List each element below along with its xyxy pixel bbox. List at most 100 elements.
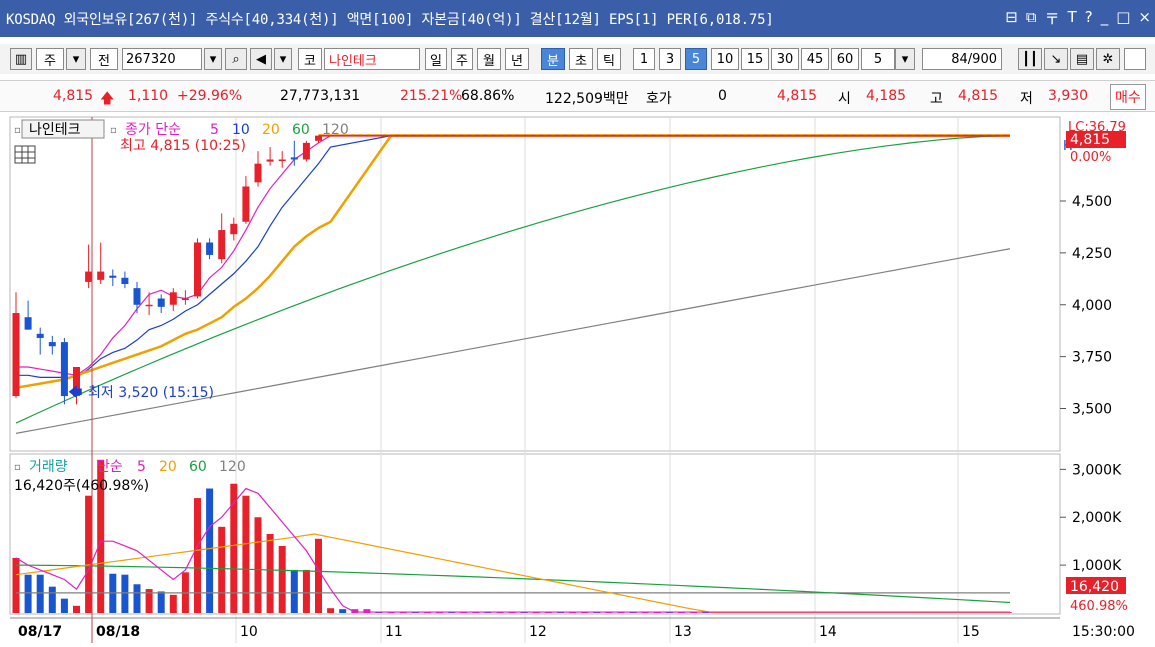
interval-1[interactable]: 1 [633, 48, 655, 70]
price-y-axis: 4,500 4,250 4,000 3,750 3,500 [1060, 194, 1112, 418]
prefix-select[interactable]: 전 [90, 48, 118, 70]
chevron-down-icon[interactable]: ▾ [274, 48, 292, 70]
high-label: 고 [930, 91, 943, 107]
text-size-icon[interactable]: T [1068, 8, 1077, 29]
interval-3[interactable]: 3 [659, 48, 681, 70]
open-price: 4,185 [866, 88, 907, 104]
volume-pct-tag: 460.98% [1070, 599, 1128, 614]
period-tab-month[interactable]: 월 [477, 48, 501, 70]
save-icon[interactable]: ▤ [1070, 48, 1094, 70]
close-icon[interactable]: × [1138, 8, 1151, 29]
period-tab-second[interactable]: 초 [569, 48, 593, 70]
period-tab-minute[interactable]: 분 [541, 48, 565, 70]
current-volume-tag-text: 16,420 [1070, 579, 1119, 595]
panel-menu-icon[interactable]: ▫ [14, 125, 21, 136]
candle-body [12, 313, 20, 397]
chevron-down-icon[interactable]: ▾ [204, 48, 222, 70]
help-icon[interactable]: ? [1085, 8, 1093, 29]
volume-bar [48, 586, 56, 613]
option-checkbox[interactable] [1124, 48, 1146, 70]
minimize-icon[interactable]: _ [1101, 8, 1109, 29]
window-title: KOSDAQ 외국인보유[267(천)] 주식수[40,334(천)] 액면[1… [6, 11, 774, 28]
x-axis-label: 15 [962, 624, 980, 640]
candle-body [157, 298, 165, 307]
candle-body [60, 342, 68, 397]
volume-bar [157, 591, 165, 613]
vol-ma-legend-120: 120 [219, 459, 246, 475]
chevron-down-icon[interactable]: ▾ [895, 48, 915, 70]
period-tab-year[interactable]: 년 [505, 48, 529, 70]
ma-legend-20: 20 [262, 122, 280, 138]
interval-30[interactable]: 30 [771, 48, 799, 70]
bar-count-field[interactable]: 84/900 [922, 48, 1002, 70]
vol-ma-legend-60: 60 [189, 459, 207, 475]
interval-5[interactable]: 5 [685, 48, 707, 70]
candle-body [85, 271, 93, 282]
market-short-label: 코 [298, 48, 322, 70]
interval-10[interactable]: 10 [711, 48, 739, 70]
candle-body [169, 292, 177, 305]
x-axis-label: 08/17 [18, 624, 62, 640]
low-annotation: 최저 3,520 (15:15) [88, 385, 214, 401]
volume-bar [278, 545, 286, 613]
volume-bar [121, 574, 129, 613]
volume-bar [85, 495, 93, 613]
panel-toggle-icon[interactable]: ▥ [10, 48, 32, 70]
y-tick-label: 4,500 [1072, 194, 1112, 210]
chart-area: ▫ 나인테크 ▫ 종가 단순 5 10 20 60 120 최고 4,815 (… [0, 114, 1155, 643]
interval-value-input[interactable]: 5 [861, 48, 895, 70]
layout-icon[interactable]: ⊟ [1005, 8, 1018, 29]
price-repeat: 4,815 [777, 88, 818, 104]
ma-legend-60: 60 [292, 122, 310, 138]
price-panel-name: 나인테크 [29, 122, 81, 138]
candle-body [24, 317, 32, 330]
candle-body [230, 223, 238, 235]
candle-type-icon[interactable]: ┃┃ [1018, 48, 1042, 70]
interval-60[interactable]: 60 [831, 48, 859, 70]
search-icon[interactable]: ⌕ [225, 48, 247, 70]
x-axis-label: 12 [529, 624, 547, 640]
volume-bar [327, 608, 335, 613]
volume-y-tick-label: 1,000K [1072, 558, 1122, 574]
low-arrow-icon: 🡄 [68, 385, 82, 401]
candle-body [194, 242, 201, 297]
drawing-tool-icon[interactable]: ↘ [1044, 48, 1068, 70]
volume-bar [24, 574, 32, 613]
volume-bar [218, 526, 226, 613]
x-axis: 08/17 08/18 10 11 12 13 14 15 15:30:00 [10, 617, 1135, 640]
turnover-rate: 68.86% [461, 88, 515, 104]
volume-bar [290, 569, 298, 613]
volume-panel-frame [9, 453, 1061, 615]
price-pct-tag: 0.00% [1070, 150, 1111, 165]
hoga-label: 호가 [646, 91, 672, 107]
current-price: 4,815 [53, 88, 94, 104]
volume-bar [12, 557, 20, 613]
ma-legend-10: 10 [232, 122, 250, 138]
bar-count: 84 [951, 51, 968, 67]
hoga-value: 0 [718, 88, 727, 104]
table-view-icon[interactable] [14, 145, 36, 164]
buy-button[interactable]: 매수 [1110, 84, 1146, 110]
indicator-menu-icon[interactable]: ▫ [110, 125, 117, 136]
quote-bar: 4,815 🡅 1,110 +29.96% 27,773,131 215.21%… [0, 80, 1155, 112]
interval-45[interactable]: 45 [801, 48, 829, 70]
restore-layout-icon[interactable]: ⧉ [1026, 8, 1037, 29]
pin-icon[interactable]: 〒 [1045, 8, 1060, 29]
period-tab-day[interactable]: 일 [425, 48, 447, 70]
gear-icon[interactable]: ✲ [1096, 48, 1120, 70]
chevron-down-icon[interactable]: ▾ [66, 48, 86, 70]
speaker-icon[interactable]: ◀ [250, 48, 272, 70]
up-arrow-icon: 🡅 [100, 91, 115, 107]
period-tab-tick[interactable]: 틱 [597, 48, 621, 70]
candle-body [109, 275, 117, 278]
volume-menu-icon[interactable]: ▫ [14, 462, 21, 473]
stock-name-field[interactable]: 나인테크 [324, 48, 420, 70]
market-select[interactable]: 주 [36, 48, 64, 70]
code-input[interactable]: 267320 [122, 48, 202, 70]
maximize-icon[interactable]: □ [1116, 8, 1130, 29]
interval-15[interactable]: 15 [741, 48, 769, 70]
y-tick-label: 4,250 [1072, 246, 1112, 262]
period-tab-week[interactable]: 주 [451, 48, 473, 70]
price-legend-prefix: 종가 단순 [125, 122, 181, 138]
volume-y-tick-label: 2,000K [1072, 510, 1122, 526]
